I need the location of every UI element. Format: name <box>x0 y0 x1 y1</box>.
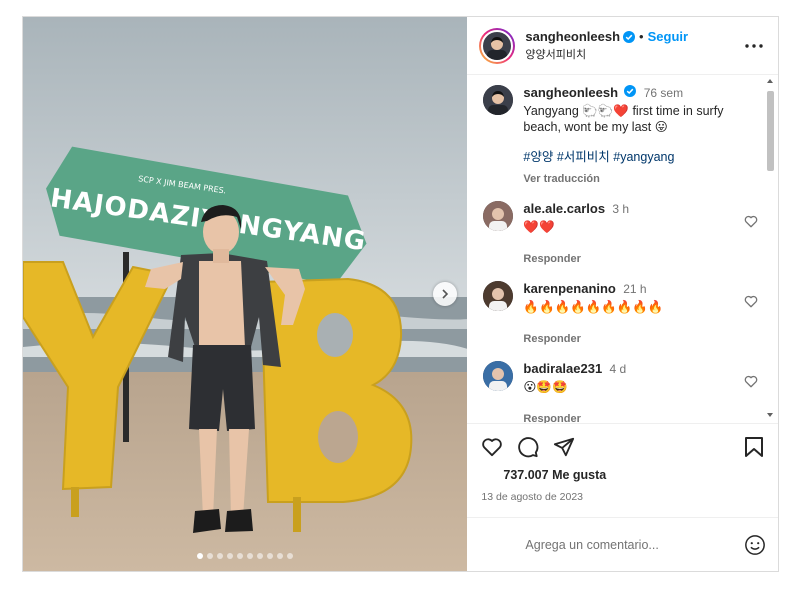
comment-time: 3 h <box>612 202 630 216</box>
caption-hashtags[interactable]: #양양 #서피비치 #yangyang <box>523 149 758 165</box>
carousel-dot[interactable] <box>217 553 224 559</box>
caption-avatar[interactable] <box>483 85 514 115</box>
carousel-indicator <box>23 553 467 559</box>
commenter-username[interactable]: karenpenanino <box>523 281 615 296</box>
comment-input[interactable] <box>523 536 744 553</box>
post-location[interactable]: 양양서피비치 <box>525 46 742 62</box>
carousel-dot[interactable] <box>257 553 264 559</box>
post-date: 13 de agosto de 2023 <box>481 491 583 503</box>
save-button[interactable] <box>744 436 764 458</box>
comment-bubble-icon <box>518 437 539 458</box>
caption-time: 76 sem <box>643 86 684 100</box>
smiley-face-icon <box>745 534 765 555</box>
post-sidebar: sangheonleesh • Seguir 양양서피비치 sangheonle… <box>467 17 778 571</box>
comment-button[interactable] <box>517 436 539 458</box>
emoji-picker-button[interactable] <box>744 534 766 556</box>
heart-outline-icon <box>482 438 503 457</box>
reply-button[interactable]: Responder <box>523 251 758 267</box>
carousel-dot[interactable] <box>227 553 234 559</box>
caption-username[interactable]: sangheonleesh <box>523 85 618 100</box>
like-button[interactable] <box>481 437 503 457</box>
instagram-post-card: HAJODAZIYANGYANG SCP X JIM BEAM PRES. <box>22 16 779 572</box>
heart-outline-icon <box>744 375 758 388</box>
carousel-dot[interactable] <box>197 553 204 559</box>
reply-button[interactable]: Responder <box>523 411 758 423</box>
commenter-avatar[interactable] <box>483 201 514 231</box>
caption-text: Yangyang 🐑🐑❤️ first time in surfy beach,… <box>523 103 758 135</box>
carousel-dot[interactable] <box>277 553 284 559</box>
heart-outline-icon <box>744 215 758 228</box>
bookmark-icon <box>745 437 763 457</box>
comment-text: ❤️❤️ <box>523 220 555 234</box>
post-photo: HAJODAZIYANGYANG SCP X JIM BEAM PRES. <box>23 17 468 571</box>
carousel-dot[interactable] <box>247 553 254 559</box>
chevron-right-icon <box>442 289 449 299</box>
comments-list[interactable]: sangheonleesh 76 sem Yangyang 🐑🐑❤️ first… <box>467 75 778 423</box>
comment-like-button[interactable] <box>744 215 758 233</box>
commenter-username[interactable]: ale.ale.carlos <box>523 201 605 216</box>
comments-scrollbar[interactable] <box>765 79 776 417</box>
heart-outline-icon <box>744 295 758 308</box>
post-actions: 737.007 Me gusta 13 de agosto de 2023 <box>467 423 778 503</box>
caption-text-start: Yangyang <box>523 104 579 118</box>
post-media[interactable]: HAJODAZIYANGYANG SCP X JIM BEAM PRES. <box>23 17 468 571</box>
author-username[interactable]: sangheonleesh <box>525 29 620 44</box>
caption-emoji-end: 😛 <box>654 120 668 134</box>
comment-item: badiralae231 4 d 😮🤩🤩 Responder <box>483 361 758 423</box>
comment-item: ale.ale.carlos 3 h ❤️❤️ Responder <box>483 201 758 267</box>
comment-like-button[interactable] <box>744 375 758 393</box>
commenter-avatar[interactable] <box>483 281 514 311</box>
carousel-dot[interactable] <box>207 553 214 559</box>
author-avatar[interactable] <box>479 27 516 64</box>
comment-time: 4 d <box>609 362 627 376</box>
caption: sangheonleesh 76 sem Yangyang 🐑🐑❤️ first… <box>483 85 758 187</box>
carousel-dot[interactable] <box>267 553 274 559</box>
carousel-dot[interactable] <box>237 553 244 559</box>
likes-count[interactable]: 737.007 Me gusta <box>481 468 764 482</box>
comment-text: 🔥🔥🔥🔥🔥🔥🔥🔥🔥 <box>523 300 664 314</box>
verified-badge-icon <box>624 85 637 97</box>
comment-text: 😮🤩🤩 <box>523 380 568 394</box>
comment-time: 21 h <box>623 282 647 296</box>
translate-link[interactable]: Ver traducción <box>523 171 758 187</box>
comment-like-button[interactable] <box>744 295 758 313</box>
add-comment-bar <box>467 517 778 571</box>
send-paper-plane-icon <box>554 437 575 457</box>
more-horizontal-icon <box>745 43 763 48</box>
share-button[interactable] <box>553 436 575 458</box>
separator-dot: • <box>639 29 644 44</box>
verified-badge-icon <box>623 30 636 43</box>
caption-emojis: 🐑🐑❤️ <box>582 104 629 118</box>
commenter-avatar[interactable] <box>483 361 514 391</box>
reply-button[interactable]: Responder <box>523 331 758 347</box>
post-header: sangheonleesh • Seguir 양양서피비치 <box>467 17 778 75</box>
carousel-dot[interactable] <box>287 553 294 559</box>
commenter-username[interactable]: badiralae231 <box>523 361 602 376</box>
comment-items: ale.ale.carlos 3 h ❤️❤️ Responder karenp… <box>483 201 758 423</box>
comment-item: karenpenanino 21 h 🔥🔥🔥🔥🔥🔥🔥🔥🔥 Responder <box>483 281 758 347</box>
follow-button[interactable]: Seguir <box>648 29 688 44</box>
more-options-button[interactable] <box>742 43 766 48</box>
